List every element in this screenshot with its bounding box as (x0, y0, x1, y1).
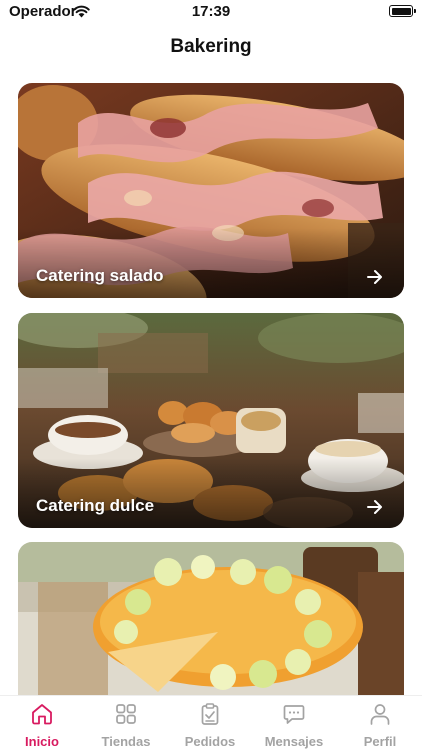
page-title: Bakering (170, 36, 252, 57)
tab-label: Perfil (363, 734, 397, 749)
tab-tiendas[interactable]: Tiendas (84, 696, 168, 751)
tab-inicio[interactable]: Inicio (0, 696, 84, 751)
clipboard-icon (201, 703, 219, 725)
arrow-right-icon (367, 270, 382, 284)
home-icon (32, 704, 52, 725)
cake-image (18, 542, 404, 695)
battery-icon (389, 5, 416, 17)
tab-label: Mensajes (264, 734, 324, 749)
clock: 17:39 (191, 3, 231, 20)
tab-label: Inicio (25, 734, 59, 749)
card-label: Catering salado (36, 266, 164, 285)
chat-icon (283, 705, 305, 724)
card-cake[interactable] (18, 542, 404, 695)
card-label: Catering dulce (36, 496, 155, 515)
tab-perfil[interactable]: Perfil (338, 696, 422, 751)
arrow-right-icon (367, 500, 382, 514)
status-bar: Operador 17:39 (0, 0, 422, 24)
tab-label: Pedidos (184, 734, 236, 749)
person-icon (370, 704, 390, 725)
tab-mensajes[interactable]: Mensajes (252, 696, 336, 751)
card-catering-dulce[interactable]: Catering dulce (18, 313, 404, 528)
tab-label: Tiendas (101, 734, 151, 749)
tab-pedidos[interactable]: Pedidos (168, 696, 252, 751)
card-catering-salado[interactable]: Catering salado (18, 83, 404, 298)
tab-bar: Inicio Tiendas Pedidos Mensajes Perfil (0, 695, 422, 751)
grid-icon (116, 704, 136, 724)
